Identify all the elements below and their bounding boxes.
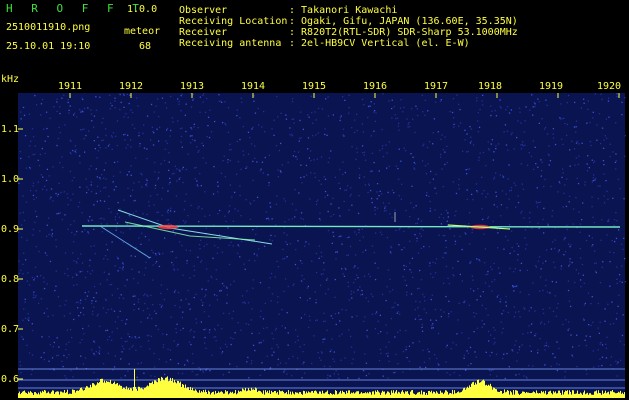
x-tick-label: 1917 (424, 81, 449, 92)
x-tick-label: 1913 (180, 81, 205, 92)
meteor-label: meteor (124, 26, 161, 37)
app-version: 1.0.0 (127, 4, 158, 15)
y-tick-label: 1.1 (1, 124, 20, 135)
date-time: 25.10.01 19:10 (6, 41, 91, 52)
x-tick-label: 1919 (539, 81, 564, 92)
info-value-location: : Ogaki, Gifu, JAPAN (136.60E, 35.35N) (289, 16, 518, 27)
x-tick-label: 1911 (58, 81, 83, 92)
y-tick-label: 1.0 (1, 174, 20, 185)
info-label-receiver: Receiver (179, 27, 228, 38)
y-tick-label: 0.8 (1, 274, 20, 285)
y-tick-label: 0.7 (1, 324, 20, 335)
x-tick-label: 1915 (302, 81, 327, 92)
info-value-receiver: : R820T2(RTL-SDR) SDR-Sharp 53.1000MHz (289, 27, 518, 38)
info-label-location: Receiving Location (179, 16, 288, 27)
file-name: 2510011910.png (6, 22, 91, 33)
x-tick-label: 1916 (363, 81, 388, 92)
x-tick-label: 1912 (119, 81, 144, 92)
y-axis-unit: kHz (1, 74, 20, 85)
info-label-observer: Observer (179, 5, 228, 16)
info-label-antenna: Receiving antenna (179, 38, 282, 49)
x-tick-label: 1920 (597, 81, 622, 92)
x-tick-label: 1918 (478, 81, 503, 92)
y-tick-label: 0.9 (1, 224, 20, 235)
y-tick-label: 0.6 (1, 374, 20, 385)
meteor-count: 68 (139, 41, 152, 52)
x-tick-label: 1914 (241, 81, 266, 92)
spectrogram (18, 93, 627, 398)
meteor-head (158, 224, 178, 230)
app-title: H R O F F T (6, 2, 145, 15)
info-value-antenna: : 2el-HB9CV Vertical (el. E-W) (289, 38, 470, 49)
info-value-observer: : Takanori Kawachi (289, 5, 398, 16)
